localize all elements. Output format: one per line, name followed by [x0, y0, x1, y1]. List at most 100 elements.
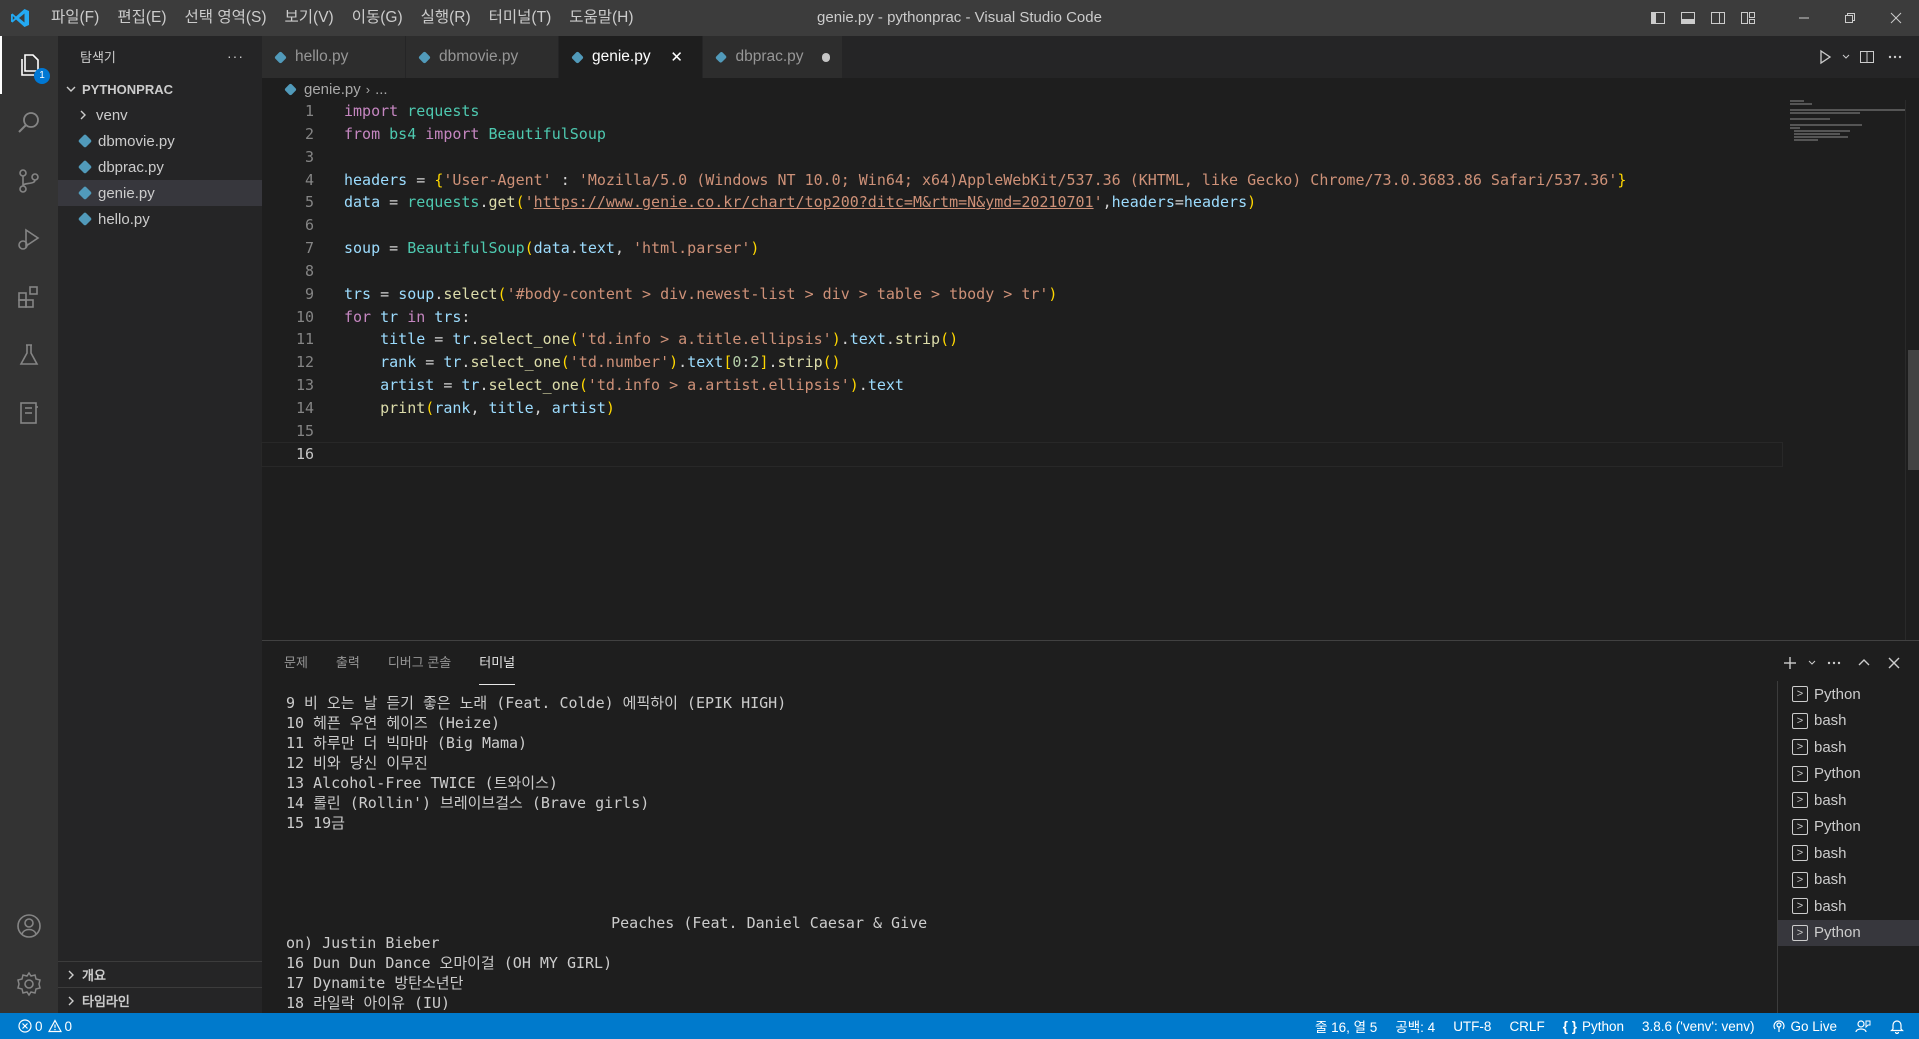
python-file-icon: [77, 159, 93, 175]
menu-view[interactable]: 보기(V): [276, 0, 343, 36]
tab-label: genie.py: [592, 48, 651, 65]
notebook-icon[interactable]: [0, 384, 58, 442]
terminal-instance-active[interactable]: > Python: [1778, 919, 1919, 946]
eol-status[interactable]: CRLF: [1500, 1013, 1553, 1039]
scroll-thumb[interactable]: [1908, 350, 1919, 470]
extensions-icon[interactable]: [0, 268, 58, 326]
token: tr: [461, 376, 480, 395]
toggle-primary-sidebar-icon[interactable]: [1643, 0, 1673, 36]
unsaved-dot-icon[interactable]: [821, 52, 830, 62]
tab-dbmovie[interactable]: dbmovie.py: [406, 36, 559, 78]
line-text: [314, 260, 344, 283]
menu-help[interactable]: 도움말(H): [560, 0, 642, 36]
cursor-position[interactable]: 줄 16, 열 5: [1306, 1013, 1386, 1039]
customize-layout-icon[interactable]: [1733, 0, 1763, 36]
run-python-file-icon[interactable]: [1811, 43, 1839, 71]
url-link[interactable]: https://www.genie.co.kr/chart/top200?dit…: [534, 193, 1094, 211]
tree-file-genie[interactable]: genie.py: [58, 180, 262, 206]
run-debug-icon[interactable]: [0, 210, 58, 268]
code-line: 14 print(rank, title, artist): [262, 397, 1782, 420]
token: ,: [470, 398, 489, 417]
breadcrumb-symbols[interactable]: ...: [375, 81, 388, 98]
toggle-panel-icon[interactable]: [1673, 0, 1703, 36]
close-window-icon[interactable]: [1873, 0, 1919, 36]
source-control-icon[interactable]: [0, 152, 58, 210]
terminal-instance[interactable]: > bash: [1778, 867, 1919, 894]
problems-status[interactable]: 0 0: [0, 1013, 81, 1039]
minimap[interactable]: [1790, 100, 1910, 180]
testing-icon[interactable]: [0, 326, 58, 384]
python-interpreter[interactable]: 3.8.6 ('venv': venv): [1633, 1013, 1763, 1039]
token: trs: [425, 307, 462, 326]
accounts-icon[interactable]: [0, 897, 58, 955]
braces-icon: { }: [1562, 1018, 1577, 1034]
sidebar-more-icon[interactable]: ···: [227, 48, 244, 64]
terminal-instance[interactable]: > bash: [1778, 734, 1919, 761]
outline-section[interactable]: 개요: [58, 961, 262, 987]
feedback-icon[interactable]: [1846, 1013, 1880, 1039]
close-tab-icon[interactable]: ✕: [669, 48, 685, 66]
workspace-root[interactable]: PYTHONPRAC: [58, 76, 262, 102]
tab-hello[interactable]: hello.py: [262, 36, 406, 78]
new-terminal-plus-icon[interactable]: [1775, 649, 1805, 677]
tab-dbprac[interactable]: dbprac.py: [703, 36, 843, 78]
editor-scrollbar[interactable]: [1905, 100, 1919, 640]
terminal-instance[interactable]: > bash: [1778, 787, 1919, 814]
encoding-status[interactable]: UTF-8: [1444, 1013, 1500, 1039]
token: =: [380, 239, 408, 258]
tab-label: dbprac.py: [735, 48, 804, 65]
menu-selection[interactable]: 선택 영역(S): [176, 0, 276, 36]
maximize-panel-chevron-up-icon[interactable]: [1849, 649, 1879, 677]
token: =: [380, 193, 408, 212]
editor-more-actions-icon[interactable]: [1881, 43, 1909, 71]
activity-bar: 1: [0, 36, 58, 1013]
tree-file-dbprac[interactable]: dbprac.py: [58, 154, 262, 180]
terminal-instance[interactable]: > Python: [1778, 761, 1919, 788]
terminal-profiles-chevron-icon[interactable]: [1805, 649, 1819, 677]
menu-run[interactable]: 실행(R): [412, 0, 480, 36]
breadcrumb-file[interactable]: genie.py: [304, 81, 361, 98]
explorer-icon[interactable]: 1: [0, 36, 58, 94]
terminal-output[interactable]: 9 비 오는 날 듣기 좋은 노래 (Feat. Colde) 에픽하이 (EP…: [286, 693, 1786, 1013]
notifications-bell-icon[interactable]: [1880, 1013, 1919, 1039]
tree-folder-venv[interactable]: venv: [58, 102, 262, 128]
terminal-instance[interactable]: > bash: [1778, 708, 1919, 735]
tab-genie[interactable]: genie.py ✕: [559, 36, 703, 78]
minimize-icon[interactable]: [1781, 0, 1827, 36]
settings-gear-icon[interactable]: [0, 955, 58, 1013]
indentation-status[interactable]: 공백: 4: [1386, 1013, 1444, 1039]
menu-go[interactable]: 이동(G): [343, 0, 412, 36]
timeline-section[interactable]: 타임라인: [58, 987, 262, 1013]
terminal-instance[interactable]: > bash: [1778, 840, 1919, 867]
go-live-button[interactable]: Go Live: [1763, 1013, 1846, 1039]
token: (): [822, 353, 841, 372]
line-number: 3: [304, 147, 314, 166]
tab-problems[interactable]: 문제: [284, 641, 308, 685]
toggle-secondary-sidebar-icon[interactable]: [1703, 0, 1733, 36]
token: rank: [434, 398, 471, 417]
panel-more-actions-icon[interactable]: [1819, 649, 1849, 677]
tab-debug-console[interactable]: 디버그 콘솔: [388, 641, 451, 685]
close-panel-icon[interactable]: [1879, 649, 1909, 677]
terminal-instance[interactable]: > Python: [1778, 681, 1919, 708]
terminal-instance[interactable]: > bash: [1778, 893, 1919, 920]
menu-terminal[interactable]: 터미널(T): [480, 0, 561, 36]
menu-edit[interactable]: 편집(E): [108, 0, 175, 36]
restore-icon[interactable]: [1827, 0, 1873, 36]
run-dropdown-chevron-icon[interactable]: [1839, 43, 1853, 71]
language-mode[interactable]: { } Python: [1554, 1013, 1633, 1039]
token: =: [371, 284, 399, 303]
python-file-icon: [77, 133, 93, 149]
tab-output[interactable]: 출력: [336, 641, 360, 685]
menu-file[interactable]: 파일(F): [42, 0, 108, 36]
search-icon[interactable]: [0, 94, 58, 152]
line-number: 11: [295, 330, 314, 349]
tab-terminal[interactable]: 터미널: [479, 641, 516, 685]
line-text: artist = tr.select_one('td.info > a.arti…: [314, 374, 904, 397]
line-text: [314, 443, 344, 466]
tree-file-hello[interactable]: hello.py: [58, 206, 262, 232]
tree-file-dbmovie[interactable]: dbmovie.py: [58, 128, 262, 154]
terminal-instance[interactable]: > Python: [1778, 814, 1919, 841]
code-editor[interactable]: 1 import requests 2 from bs4 import Beauti…: [261, 100, 1783, 467]
split-editor-icon[interactable]: [1853, 43, 1881, 71]
